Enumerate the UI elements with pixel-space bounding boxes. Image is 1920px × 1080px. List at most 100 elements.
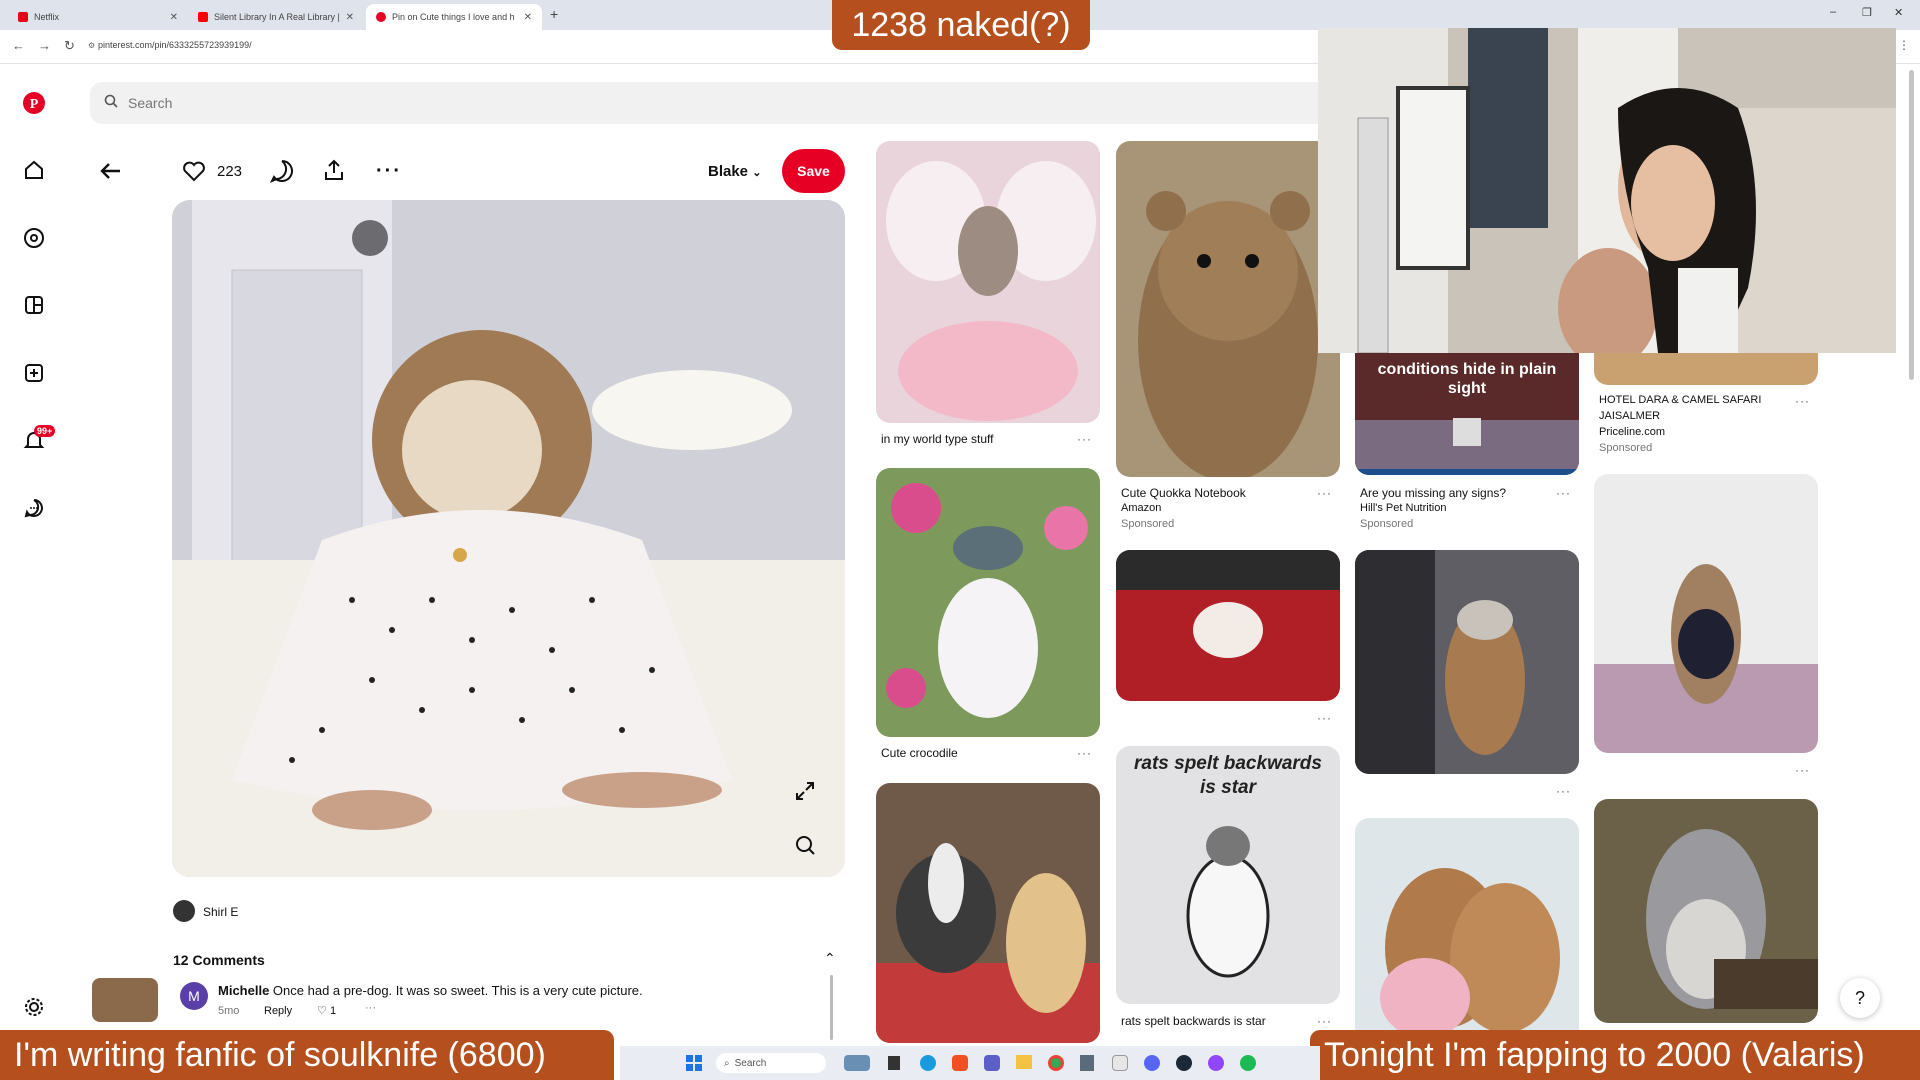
pin-card-car-rodent[interactable] xyxy=(1355,550,1579,774)
pin-card-crocodile[interactable] xyxy=(876,468,1100,737)
teams-icon[interactable] xyxy=(984,1055,1000,1071)
pin-caption[interactable]: Cute crocodile xyxy=(881,746,958,760)
pin-overlay-text: rats spelt backwards is star xyxy=(1134,753,1322,798)
pin-more-icon[interactable]: ··· xyxy=(1317,486,1332,500)
task-view-icon[interactable] xyxy=(888,1056,900,1070)
edge-icon[interactable] xyxy=(920,1055,936,1071)
search-input[interactable] xyxy=(128,95,628,111)
explore-icon[interactable] xyxy=(20,224,48,252)
pin-card-red-cushion[interactable] xyxy=(1116,550,1340,701)
pin-source[interactable]: Hill's Pet Nutrition xyxy=(1360,502,1446,514)
heart-icon[interactable] xyxy=(182,160,206,187)
search-icon xyxy=(104,94,118,113)
save-button[interactable]: Save xyxy=(782,149,845,193)
pin-more-icon[interactable]: ··· xyxy=(1556,784,1571,798)
pin-card-rats-star[interactable]: rats spelt backwards is star xyxy=(1116,746,1340,1004)
settings-icon[interactable] xyxy=(20,993,48,1021)
pin-image-prairie-dog[interactable] xyxy=(172,200,845,877)
discord-icon[interactable] xyxy=(1144,1055,1160,1071)
page-scrollbar[interactable] xyxy=(1909,70,1914,380)
create-icon[interactable] xyxy=(20,359,48,387)
tab-youtube[interactable]: Silent Library In A Real Library | ✕ xyxy=(188,4,364,30)
author-avatar[interactable] xyxy=(173,900,195,922)
messages-icon[interactable] xyxy=(20,494,48,522)
like-count: 223 xyxy=(217,163,243,180)
search-bar[interactable] xyxy=(90,82,1330,124)
pin-card-fairy-rodent[interactable] xyxy=(876,141,1100,423)
file-explorer-icon[interactable] xyxy=(1016,1055,1032,1069)
back-icon[interactable]: ← xyxy=(12,38,25,53)
home-icon[interactable] xyxy=(20,156,48,184)
comment-body: Michelle Once had a pre-dog. It was so s… xyxy=(218,983,643,998)
pin-caption[interactable]: in my world type stuff xyxy=(881,432,994,446)
minimize-icon[interactable]: – xyxy=(1830,6,1836,18)
pin-caption[interactable]: rats spelt backwards is star xyxy=(1121,1014,1266,1028)
copilot-icon[interactable] xyxy=(952,1055,968,1071)
pin-more-icon[interactable]: ··· xyxy=(1556,486,1571,500)
comments-scrollbar[interactable] xyxy=(830,975,833,1040)
close-icon[interactable]: ✕ xyxy=(170,12,178,23)
taskbar-search[interactable]: ⌕ Search xyxy=(716,1053,826,1073)
url-field[interactable]: pinterest.com/pin/63332557239391​99/ xyxy=(98,40,252,50)
pin-card-grey-rodent[interactable] xyxy=(1594,799,1818,1023)
pin-card-rodent-dress[interactable] xyxy=(1594,474,1818,753)
comment-icon[interactable] xyxy=(269,159,294,188)
pin-more-icon[interactable]: ··· xyxy=(1317,1014,1332,1028)
back-button[interactable] xyxy=(98,158,124,189)
pin-caption[interactable]: HOTEL DARA & CAMEL SAFARI xyxy=(1599,394,1761,406)
pin-caption-line2[interactable]: JAISALMER xyxy=(1599,410,1660,422)
pin-caption[interactable]: Cute Quokka Notebook xyxy=(1121,486,1246,500)
arrow-left-icon xyxy=(100,163,120,179)
close-icon[interactable]: ✕ xyxy=(524,12,532,23)
restore-icon[interactable]: ❐ xyxy=(1862,6,1872,19)
tab-pinterest[interactable]: Pin on Cute things I love and h ✕ xyxy=(366,4,542,30)
windows-start-icon[interactable] xyxy=(686,1055,702,1076)
pin-card-quokka[interactable] xyxy=(1116,141,1340,477)
chrome-icon[interactable] xyxy=(1048,1055,1064,1071)
comment-more-icon[interactable]: ··· xyxy=(365,1002,376,1014)
pin-source[interactable]: Priceline.com xyxy=(1599,426,1665,438)
pin-more-icon[interactable]: ··· xyxy=(1795,394,1810,408)
obs-icon[interactable] xyxy=(1208,1055,1224,1071)
pinterest-logo-icon[interactable]: P xyxy=(20,89,48,117)
comment-like[interactable]: ♡ 1 xyxy=(317,1004,336,1017)
netflix-icon xyxy=(18,12,28,22)
pin-card-hugging-rodents[interactable] xyxy=(1355,818,1579,1043)
author-name[interactable]: Shirl E xyxy=(203,905,238,919)
share-icon[interactable] xyxy=(322,158,346,187)
spotify-icon[interactable] xyxy=(1240,1055,1256,1071)
site-info-icon[interactable]: ⚙ xyxy=(88,41,95,50)
expand-icon[interactable] xyxy=(794,780,816,807)
chevron-down-icon: ⌄ xyxy=(752,167,762,179)
commenter-avatar[interactable]: M xyxy=(180,982,208,1010)
pin-more-icon[interactable]: ··· xyxy=(1317,711,1332,725)
pin-caption[interactable]: Are you missing any signs? xyxy=(1360,486,1506,500)
boards-icon[interactable] xyxy=(20,291,48,319)
pin-card-badger[interactable] xyxy=(876,783,1100,1043)
notepad-icon[interactable] xyxy=(1112,1055,1128,1071)
reply-button[interactable]: Reply xyxy=(264,1005,292,1017)
chevron-up-icon[interactable]: ⌃ xyxy=(824,950,836,967)
tab-netflix[interactable]: Netflix ✕ xyxy=(8,4,188,30)
pin-more-icon[interactable]: ··· xyxy=(1077,746,1092,760)
close-icon[interactable]: ✕ xyxy=(346,12,354,23)
sponsored-label: Sponsored xyxy=(1360,518,1414,530)
more-menu-icon[interactable]: ⋮ xyxy=(1898,38,1910,52)
new-tab-icon[interactable]: + xyxy=(550,6,558,22)
calculator-icon[interactable] xyxy=(1080,1055,1094,1071)
commenter-name[interactable]: Michelle xyxy=(218,983,269,998)
widgets-icon[interactable] xyxy=(844,1055,870,1071)
pin-source[interactable]: Amazon xyxy=(1121,502,1161,514)
forward-icon[interactable]: → xyxy=(38,38,51,53)
more-options-icon[interactable]: ··· xyxy=(376,160,402,183)
reload-icon[interactable]: ↻ xyxy=(64,38,75,54)
pin-more-icon[interactable]: ··· xyxy=(1077,432,1092,446)
board-selector[interactable]: Blake ⌄ xyxy=(708,163,761,180)
close-window-icon[interactable]: ✕ xyxy=(1894,6,1903,19)
comments-heading[interactable]: 12 Comments xyxy=(173,952,265,968)
pin-more-icon[interactable]: ··· xyxy=(1795,763,1810,777)
steam-icon[interactable] xyxy=(1176,1055,1192,1071)
help-icon[interactable]: ? xyxy=(1840,978,1880,1018)
comment-age: 5mo xyxy=(218,1005,240,1017)
visual-search-icon[interactable] xyxy=(794,834,816,861)
